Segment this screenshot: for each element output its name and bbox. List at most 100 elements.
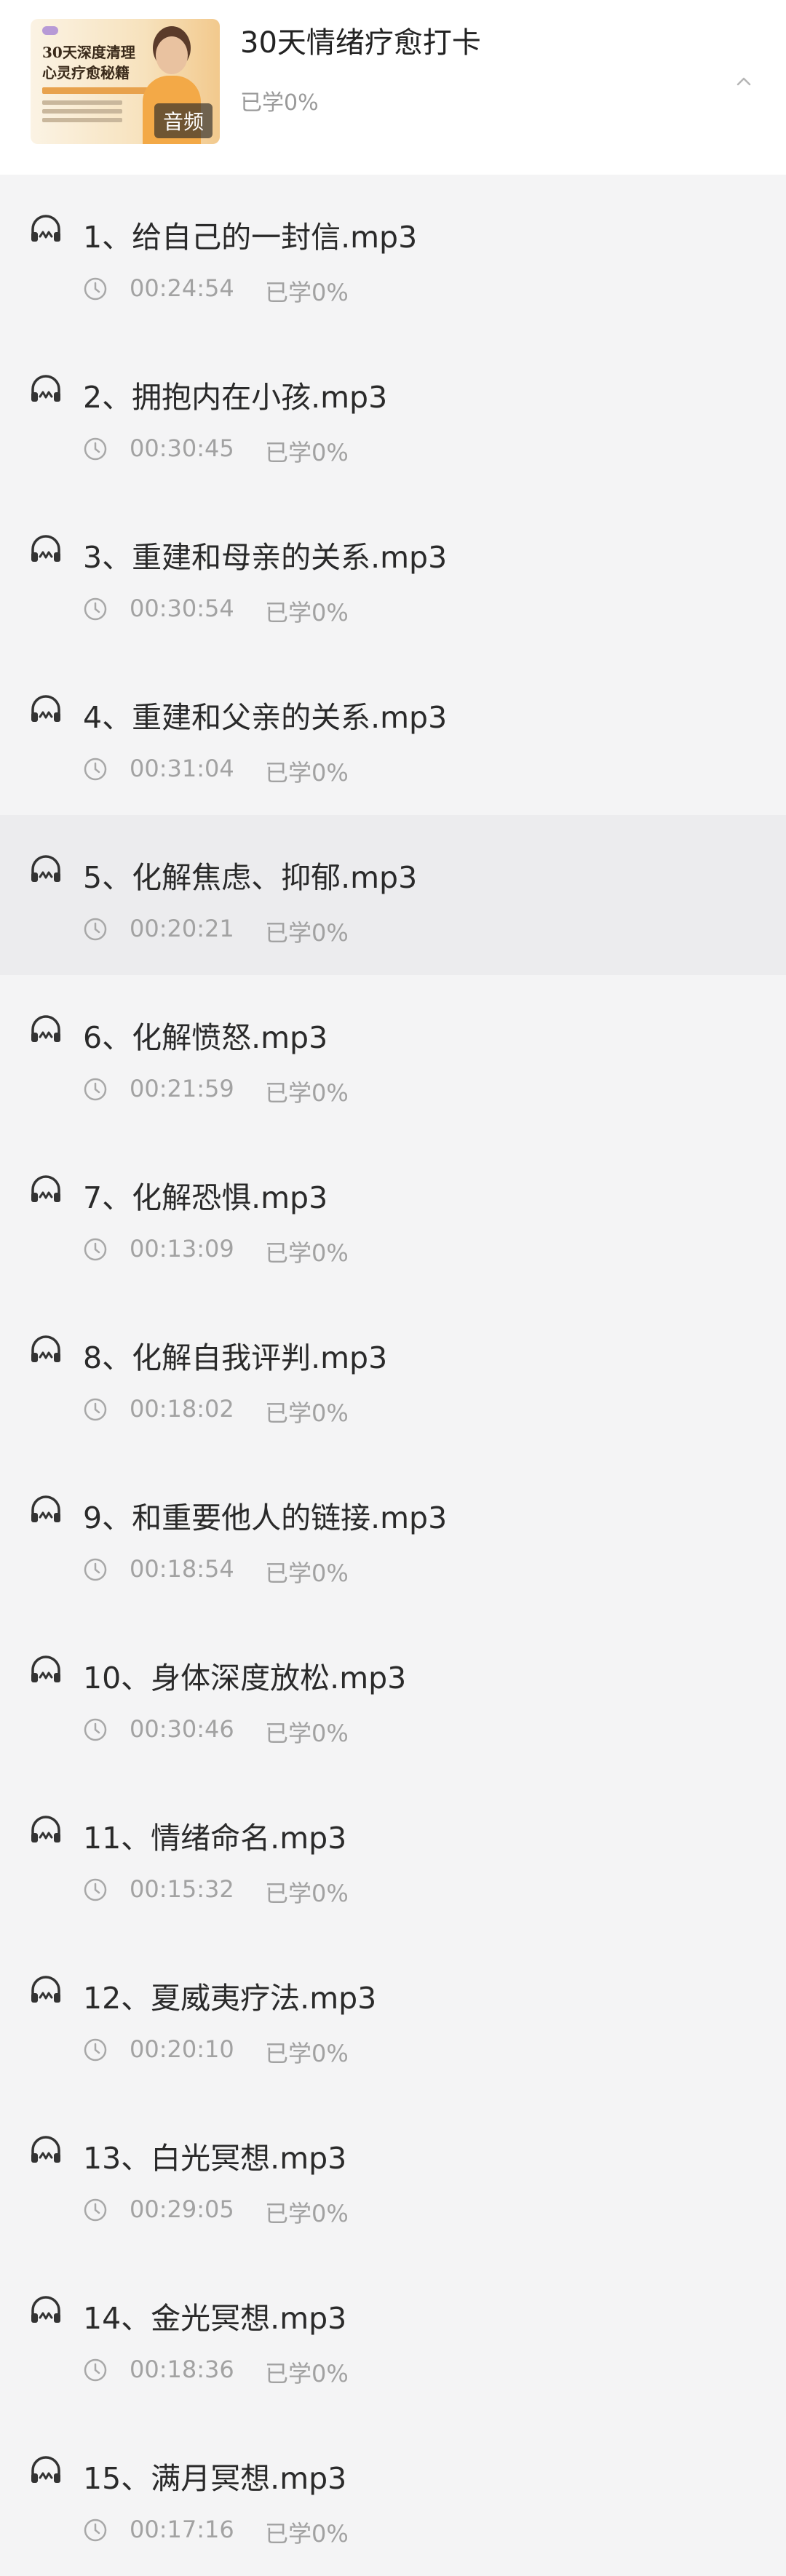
lesson-duration: 00:30:46 (130, 1715, 234, 1743)
lesson-progress: 已学0% (265, 759, 349, 787)
cover-title-line-2: 心灵疗愈秘籍 (42, 64, 130, 82)
headphones-icon (31, 1655, 60, 1682)
lesson-item-11[interactable]: 11、情绪命名.mp3 00:15:32 已学0% (0, 1776, 786, 1936)
headphones-icon (31, 1976, 60, 2003)
brand-logo (42, 26, 58, 35)
lesson-progress: 已学0% (265, 599, 349, 627)
clock-icon (84, 1558, 107, 1581)
lesson-duration: 00:30:54 (130, 595, 234, 622)
headphones-icon (31, 375, 60, 402)
lesson-duration: 00:13:09 (130, 1235, 234, 1263)
lesson-title: 12、夏威夷疗法.mp3 (83, 1981, 377, 2016)
lesson-progress: 已学0% (265, 1239, 349, 1267)
lesson-item-2[interactable]: 2、拥抱内在小孩.mp3 00:30:45 已学0% (0, 335, 786, 495)
lesson-title: 11、情绪命名.mp3 (83, 1821, 347, 1856)
lesson-progress: 已学0% (265, 1559, 349, 1587)
lesson-item-12[interactable]: 12、夏威夷疗法.mp3 00:20:10 已学0% (0, 1936, 786, 2096)
headphones-icon (31, 1335, 60, 1362)
lesson-progress: 已学0% (265, 2520, 349, 2548)
clock-icon (84, 1878, 107, 1901)
clock-icon (84, 758, 107, 781)
lesson-progress: 已学0% (265, 2200, 349, 2227)
headphones-icon (31, 1175, 60, 1202)
headphones-icon (31, 695, 60, 722)
lesson-title: 13、白光冥想.mp3 (83, 2141, 347, 2176)
headphones-icon (31, 535, 60, 562)
lesson-duration: 00:29:05 (130, 2195, 234, 2223)
lesson-progress: 已学0% (265, 2040, 349, 2067)
lesson-progress: 已学0% (265, 1079, 349, 1107)
cover-decoration (42, 100, 122, 105)
clock-icon (84, 277, 107, 301)
headphones-icon (31, 1816, 60, 1842)
lesson-title: 9、和重要他人的链接.mp3 (83, 1500, 448, 1535)
lesson-item-9[interactable]: 9、和重要他人的链接.mp3 00:18:54 已学0% (0, 1455, 786, 1615)
clock-icon (84, 2198, 107, 2222)
lesson-title: 10、身体深度放松.mp3 (83, 1661, 407, 1696)
headphones-icon (31, 855, 60, 882)
lesson-item-8[interactable]: 8、化解自我评判.mp3 00:18:02 已学0% (0, 1295, 786, 1455)
lesson-item-3[interactable]: 3、重建和母亲的关系.mp3 00:30:54 已学0% (0, 495, 786, 655)
clock-icon (84, 597, 107, 621)
clock-icon (84, 2038, 107, 2062)
lesson-duration: 00:20:21 (130, 915, 234, 942)
clock-icon (84, 437, 107, 461)
lesson-item-6[interactable]: 6、化解愤怒.mp3 00:21:59 已学0% (0, 975, 786, 1135)
clock-icon (84, 2358, 107, 2382)
lesson-progress: 已学0% (265, 2360, 349, 2388)
audio-badge: 音频 (154, 103, 213, 138)
lesson-title: 14、金光冥想.mp3 (83, 2301, 347, 2336)
headphones-icon (31, 1495, 60, 1522)
lesson-item-4[interactable]: 4、重建和父亲的关系.mp3 00:31:04 已学0% (0, 655, 786, 815)
course-header: 30天深度清理 心灵疗愈秘籍 音频 30天情绪疗愈打卡 已学0% (0, 0, 786, 175)
lesson-duration: 00:24:54 (130, 274, 234, 302)
lesson-progress: 已学0% (265, 439, 349, 466)
lesson-item-15[interactable]: 15、满月冥想.mp3 00:17:16 已学0% (0, 2416, 786, 2576)
headphones-icon (31, 2456, 60, 2483)
lesson-duration: 00:15:32 (130, 1875, 234, 1903)
lesson-duration: 00:17:16 (130, 2516, 234, 2543)
lesson-progress: 已学0% (265, 1880, 349, 1907)
lesson-duration: 00:18:02 (130, 1395, 234, 1423)
lesson-title: 7、化解恐惧.mp3 (83, 1180, 328, 1215)
lesson-item-7[interactable]: 7、化解恐惧.mp3 00:13:09 已学0% (0, 1135, 786, 1295)
clock-icon (84, 1398, 107, 1421)
lesson-duration: 00:18:36 (130, 2356, 234, 2383)
lesson-list: 1、给自己的一封信.mp3 00:24:54 已学0% 2、拥抱内在小孩.mp3… (0, 175, 786, 2576)
clock-icon (84, 1078, 107, 1101)
lesson-duration: 00:18:54 (130, 1555, 234, 1583)
headphones-icon (31, 215, 60, 242)
chevron-up-icon[interactable] (731, 68, 757, 95)
lesson-progress: 已学0% (265, 1399, 349, 1427)
lesson-item-14[interactable]: 14、金光冥想.mp3 00:18:36 已学0% (0, 2256, 786, 2416)
lesson-item-13[interactable]: 13、白光冥想.mp3 00:29:05 已学0% (0, 2096, 786, 2256)
clock-icon (84, 2519, 107, 2542)
lesson-duration: 00:21:59 (130, 1075, 234, 1102)
clock-icon (84, 918, 107, 941)
lesson-title: 1、给自己的一封信.mp3 (83, 220, 418, 255)
lesson-title: 5、化解焦虑、抑郁.mp3 (83, 860, 418, 895)
lesson-duration: 00:20:10 (130, 2035, 234, 2063)
course-progress: 已学0% (240, 90, 319, 116)
lesson-item-1[interactable]: 1、给自己的一封信.mp3 00:24:54 已学0% (0, 175, 786, 335)
clock-icon (84, 1238, 107, 1261)
lesson-item-10[interactable]: 10、身体深度放松.mp3 00:30:46 已学0% (0, 1615, 786, 1776)
clock-icon (84, 1718, 107, 1741)
lesson-title: 2、拥抱内在小孩.mp3 (83, 380, 388, 415)
lesson-title: 8、化解自我评判.mp3 (83, 1340, 388, 1375)
cover-title-line-1: 30天深度清理 (42, 44, 135, 61)
course-title: 30天情绪疗愈打卡 (240, 26, 481, 60)
headphones-icon (31, 2136, 60, 2163)
lesson-progress: 已学0% (265, 1720, 349, 1747)
lesson-title: 15、满月冥想.mp3 (83, 2461, 347, 2496)
lesson-title: 6、化解愤怒.mp3 (83, 1020, 328, 1055)
lesson-title: 4、重建和父亲的关系.mp3 (83, 700, 448, 735)
lesson-item-5[interactable]: 5、化解焦虑、抑郁.mp3 00:20:21 已学0% (0, 815, 786, 975)
lesson-duration: 00:31:04 (130, 755, 234, 782)
lesson-progress: 已学0% (265, 919, 349, 947)
lesson-progress: 已学0% (265, 279, 349, 306)
course-cover[interactable]: 30天深度清理 心灵疗愈秘籍 音频 (31, 19, 220, 144)
headphones-icon (31, 1015, 60, 1042)
lesson-duration: 00:30:45 (130, 434, 234, 462)
cover-decoration (42, 87, 151, 94)
